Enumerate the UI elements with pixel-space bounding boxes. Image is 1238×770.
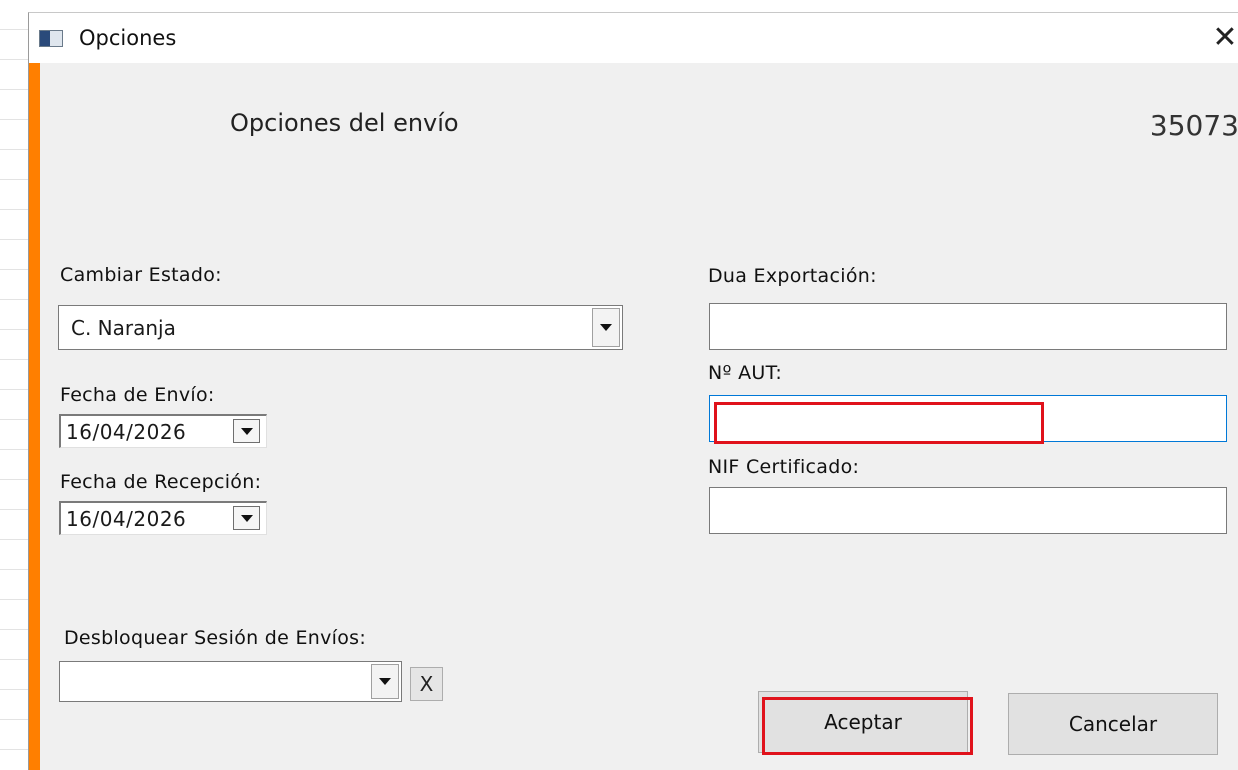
chevron-down-icon[interactable] (371, 664, 399, 699)
receive-date-label: Fecha de Recepción: (60, 471, 262, 493)
send-date-label: Fecha de Envío: (60, 384, 215, 406)
chevron-down-icon[interactable] (233, 506, 260, 530)
dua-export-input[interactable] (709, 303, 1227, 350)
clear-session-button[interactable]: X (410, 667, 443, 701)
aut-number-input[interactable] (709, 395, 1227, 442)
nif-label: NIF Certificado: (708, 456, 860, 478)
record-number: 35073 (1149, 109, 1238, 142)
aut-label: Nº AUT: (708, 362, 783, 384)
background-sheet (0, 0, 30, 769)
section-title: Opciones del envío (230, 109, 459, 137)
cancel-button[interactable]: Cancelar (1008, 693, 1218, 755)
receive-date-value: 16/04/2026 (66, 507, 187, 531)
options-dialog: Opciones ✕ Opciones del envío 35073 Camb… (28, 12, 1238, 770)
send-date-value: 16/04/2026 (66, 420, 187, 444)
status-select-value: C. Naranja (71, 315, 176, 340)
window-title: Opciones (79, 26, 177, 50)
chevron-down-icon[interactable] (233, 419, 260, 443)
nif-certificate-input[interactable] (709, 487, 1227, 534)
receive-date-picker[interactable]: 16/04/2026 (59, 501, 267, 535)
send-date-picker[interactable]: 16/04/2026 (59, 414, 267, 448)
chevron-down-icon[interactable] (592, 308, 620, 347)
unlock-session-label: Desbloquear Sesión de Envíos: (64, 627, 367, 649)
accept-button[interactable]: Aceptar (758, 691, 968, 753)
unlock-session-select[interactable] (59, 661, 402, 702)
accent-bar (29, 63, 40, 770)
status-select[interactable]: C. Naranja (58, 305, 623, 350)
app-window-icon (39, 30, 63, 47)
status-label: Cambiar Estado: (60, 264, 222, 286)
title-bar: Opciones ✕ (29, 13, 1238, 63)
close-button[interactable]: ✕ (1211, 19, 1238, 57)
dua-label: Dua Exportación: (708, 265, 877, 287)
